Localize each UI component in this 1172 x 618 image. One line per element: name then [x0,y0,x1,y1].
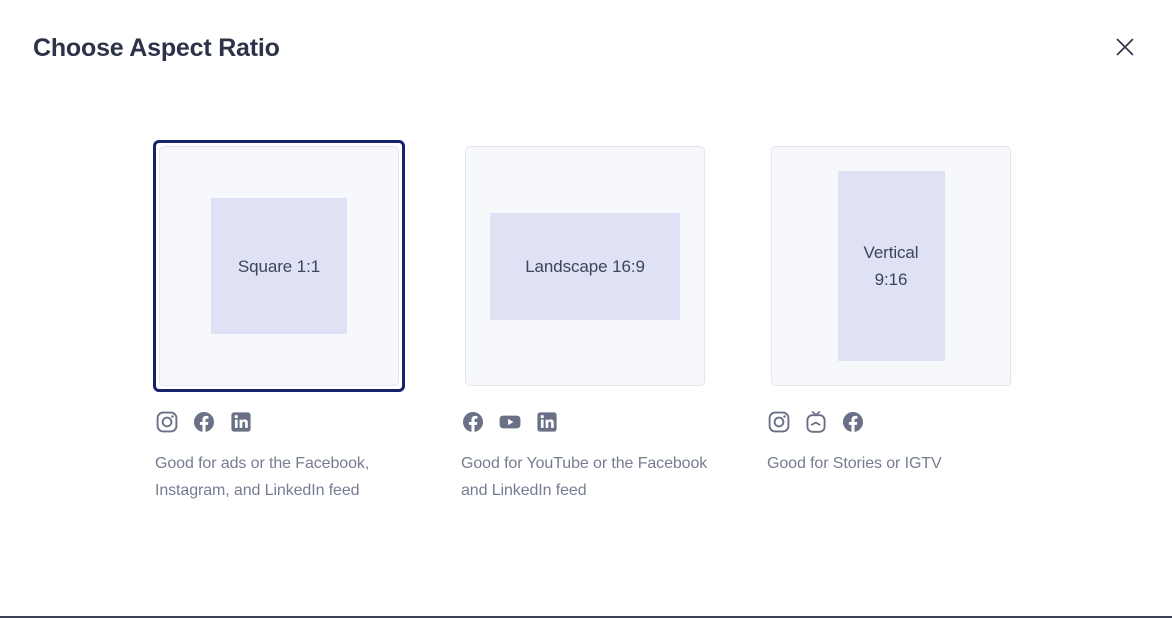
preview-square: Square 1:1 [211,198,347,334]
option-label-vertical: Vertical 9:16 [864,239,919,293]
preview-vertical: Vertical 9:16 [837,171,945,361]
instagram-icon [767,410,791,434]
preview-landscape: Landscape 16:9 [490,212,680,320]
option-caption-landscape: Good for YouTube or the Facebook and Lin… [461,455,708,499]
option-card-outline-vertical[interactable]: Vertical 9:16 [765,140,1017,392]
close-icon [1114,36,1136,58]
option-card-outline-square[interactable]: Square 1:1 [153,140,405,392]
option-caption-vertical: Good for Stories or IGTV [767,455,942,472]
option-label-square: Square 1:1 [237,256,321,276]
option-label-vertical-line1: Vertical [863,243,919,262]
option-card-landscape[interactable]: Landscape 16:9 [465,146,705,386]
option-card-vertical[interactable]: Vertical 9:16 [771,146,1011,386]
page-title: Choose Aspect Ratio [33,34,280,62]
option-caption-square: Good for ads or the Facebook, Instagram,… [155,455,370,499]
option-label-landscape: Landscape 16:9 [525,256,645,276]
close-button[interactable] [1108,30,1142,64]
social-icons-vertical [765,410,1017,434]
igtv-icon [804,410,828,434]
linkedin-icon [229,410,253,434]
aspect-ratio-option-landscape[interactable]: Landscape 16:9 Good for YouTube or the F… [459,140,711,504]
aspect-ratio-options: Square 1:1 Good for ads or the Facebook,… [153,140,1017,504]
facebook-icon [192,410,216,434]
dialog-header: Choose Aspect Ratio [0,0,1172,96]
linkedin-icon [535,410,559,434]
option-card-outline-landscape[interactable]: Landscape 16:9 [459,140,711,392]
instagram-icon [155,410,179,434]
aspect-ratio-option-square[interactable]: Square 1:1 Good for ads or the Facebook,… [153,140,405,504]
social-icons-square [153,410,405,434]
social-icons-landscape [459,410,711,434]
option-card-square[interactable]: Square 1:1 [159,146,399,386]
facebook-icon [461,410,485,434]
youtube-icon [498,410,522,434]
aspect-ratio-option-vertical[interactable]: Vertical 9:16 Good for Stories or IGTV [765,140,1017,504]
facebook-icon [841,410,865,434]
option-label-vertical-line2: 9:16 [874,270,908,289]
choose-aspect-ratio-dialog: Choose Aspect Ratio Square 1:1 Good for … [0,0,1172,618]
